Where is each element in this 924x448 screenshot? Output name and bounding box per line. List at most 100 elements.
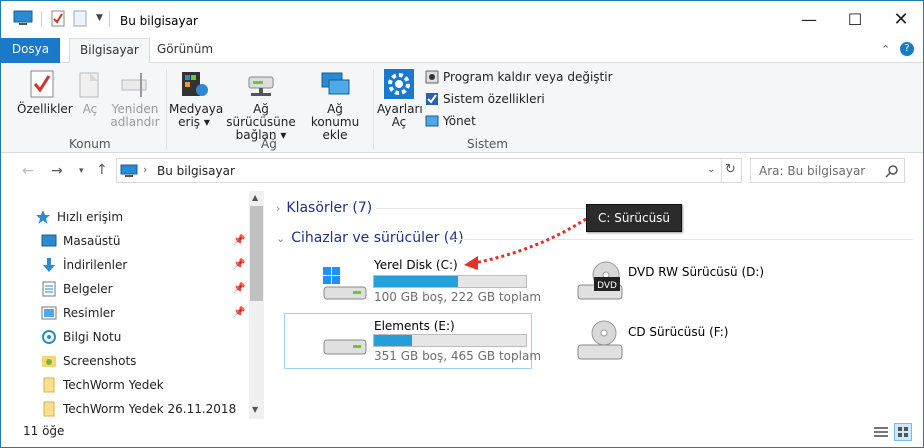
system-properties-button[interactable]: Sistem özellikleri (425, 90, 545, 108)
external-drive-icon[interactable] (321, 326, 369, 362)
nav-scrollbar-thumb[interactable] (250, 206, 263, 301)
ribbon: Özellikler Aç Yeniden adlandır Konum Med… (1, 63, 923, 153)
rename-button[interactable]: Yeniden adlandır (110, 69, 160, 129)
help-icon[interactable]: ? (900, 42, 914, 56)
address-dropdown-icon[interactable]: ⌄ (707, 164, 715, 175)
open-icon (79, 72, 99, 98)
drive-e-space: 351 GB boş, 465 GB toplam (374, 349, 542, 363)
tab-view[interactable]: Görünüm (147, 38, 223, 63)
tab-file[interactable]: Dosya (1, 38, 60, 63)
nav-label: TechWorm Yedek 26.11.2018 (63, 402, 237, 416)
media-server-icon (182, 72, 208, 96)
tab-computer[interactable]: Bilgisayar (69, 38, 150, 64)
rename-label-2: adlandır (110, 115, 160, 129)
section-devices-label: Cihazlar ve sürücüler (4) (291, 230, 464, 246)
nav-label: TechWorm Yedek (63, 378, 164, 392)
manage-button[interactable]: Yönet (425, 112, 476, 130)
add-network-location-label-2: ekle (322, 128, 348, 142)
onenote-icon (42, 330, 56, 344)
details-view-icon[interactable] (873, 425, 889, 439)
collapse-ribbon-icon[interactable]: ⌃ (881, 43, 890, 56)
minimize-button[interactable]: — (786, 1, 832, 38)
folder-icon (43, 401, 55, 417)
properties-button[interactable]: Özellikler (17, 69, 73, 116)
nav-item-screenshots[interactable]: Screenshots (41, 350, 241, 372)
nav-label: Bilgi Notu (63, 330, 122, 344)
computer-icon[interactable] (13, 10, 33, 26)
refresh-icon[interactable]: ↻ (725, 162, 736, 177)
breadcrumb-separator: › (143, 163, 148, 176)
uninstall-program-label: Program kaldır veya değiştir (443, 70, 613, 84)
nav-item-onenote[interactable]: Bilgi Notu (41, 326, 241, 348)
drive-c-name[interactable]: Yerel Disk (C:) (374, 258, 458, 272)
pin-icon: 📌 (233, 235, 246, 246)
nav-label: Hızlı erişim (57, 210, 124, 224)
system-properties-icon (426, 93, 438, 105)
group-separator (373, 69, 374, 149)
scroll-up-icon[interactable]: ▲ (252, 193, 258, 202)
breadcrumb-current[interactable]: Bu bilgisayar (157, 164, 235, 178)
nav-item-downloads[interactable]: İndirilenler (41, 254, 241, 276)
nav-item-quick-access[interactable]: Hızlı erişim (35, 206, 235, 228)
drive-f-name[interactable]: CD Sürücüsü (F:) (628, 325, 728, 339)
group-separator (166, 69, 167, 149)
computer-icon (120, 164, 138, 177)
group-network-label: Ağ (261, 137, 277, 151)
map-network-drive-button[interactable]: Ağ sürücüsüne bağlan ▾ (221, 69, 301, 142)
status-bar: 11 öğe (1, 419, 923, 447)
drive-e-usage-fill (374, 335, 412, 346)
media-access-label-1: Medyaya (169, 102, 224, 116)
drive-e-usage-bar (373, 334, 527, 347)
manage-label: Yönet (443, 114, 476, 128)
scroll-down-icon[interactable]: ▼ (252, 405, 258, 414)
drive-c-usage-fill (374, 276, 458, 287)
system-drive-icon[interactable] (321, 263, 369, 303)
title-bar: ▼ Bu bilgisayar — ☐ ✕ (1, 1, 923, 38)
drive-e-name[interactable]: Elements (E:) (374, 319, 455, 333)
map-network-drive-label-1: Ağ sürücüsüne (226, 102, 296, 129)
add-network-location-button[interactable]: Ağ konumu ekle (303, 69, 367, 142)
search-box[interactable]: Ara: Bu bilgisayar (750, 158, 905, 183)
maximize-button[interactable]: ☐ (832, 1, 878, 38)
media-access-button[interactable]: Medyaya eriş ▾ (169, 69, 223, 129)
folder-icon (43, 377, 55, 393)
back-button[interactable]: ← (22, 163, 34, 179)
properties-label: Özellikler (17, 102, 73, 116)
new-folder-quick-icon[interactable] (73, 10, 87, 27)
forward-button[interactable]: → (51, 163, 63, 179)
customize-quick-access-icon[interactable]: ▼ (96, 13, 103, 23)
properties-quick-icon[interactable] (51, 10, 65, 27)
cd-drive-icon[interactable] (576, 319, 624, 363)
uninstall-icon (425, 70, 439, 84)
annotation-arrow (464, 217, 587, 270)
nav-item-pictures[interactable]: Resimler (41, 302, 241, 324)
drive-d-name[interactable]: DVD RW Sürücüsü (D:) (628, 265, 764, 279)
pin-icon: 📌 (233, 259, 246, 270)
nav-item-techworm-yedek[interactable]: TechWorm Yedek (41, 374, 241, 396)
section-folders[interactable]: › Klasörler (7) (276, 200, 372, 216)
nav-item-desktop[interactable]: Masaüstü (41, 230, 241, 252)
search-input[interactable]: Ara: Bu bilgisayar (759, 164, 865, 178)
network-drive-icon (248, 76, 274, 96)
search-icon[interactable] (885, 164, 899, 178)
nav-item-documents[interactable]: Belgeler (41, 278, 241, 300)
up-button[interactable]: ↑ (96, 162, 108, 178)
nav-item-techworm-yedek-dated[interactable]: TechWorm Yedek 26.11.2018 (41, 398, 241, 420)
section-devices[interactable]: ⌄ Cihazlar ve sürücüler (4) (276, 230, 464, 246)
download-icon (43, 258, 55, 272)
large-icons-view-icon[interactable] (894, 423, 912, 441)
close-button[interactable]: ✕ (878, 1, 923, 38)
uninstall-program-button[interactable]: Program kaldır veya değiştir (425, 68, 613, 86)
open-button[interactable]: Aç (75, 69, 105, 116)
media-access-label-2: eriş (178, 115, 201, 129)
nav-label: Screenshots (63, 354, 137, 368)
open-settings-button[interactable]: Ayarları Aç (377, 69, 423, 129)
address-bar[interactable]: › Bu bilgisayar ⌄ ↻ (116, 158, 742, 183)
open-settings-label-1: Ayarları (377, 102, 423, 116)
open-label: Aç (82, 102, 98, 116)
add-network-location-label-1: Ağ konumu (310, 102, 360, 129)
group-system-label: Sistem (467, 137, 508, 151)
ribbon-tabs: Dosya Bilgisayar Görünüm ⌃ ? (1, 38, 923, 64)
drive-tooltip: C: Sürücüsü (586, 204, 682, 232)
recent-locations-button[interactable]: ▾ (79, 166, 84, 176)
